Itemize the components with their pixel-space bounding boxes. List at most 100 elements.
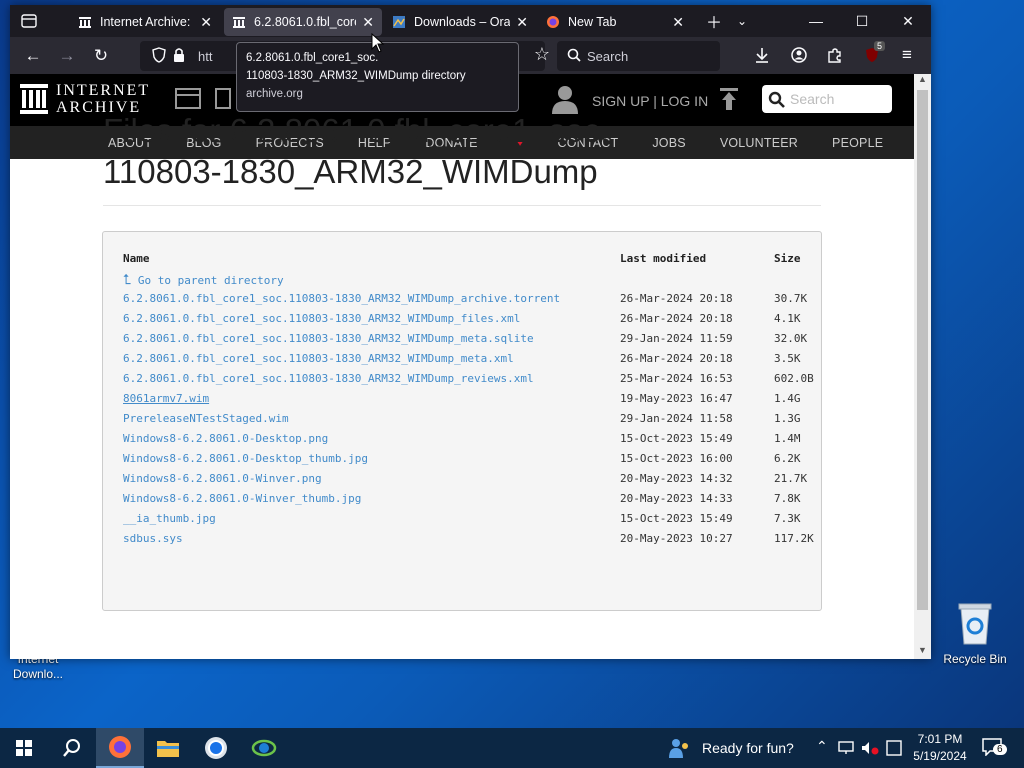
reload-button[interactable]: ↻ — [84, 40, 118, 72]
page-title-line1: Files for 6.2.8061.0.fbl_core1_soc. — [103, 112, 610, 149]
file-link[interactable]: Windows8-6.2.8061.0-Desktop_thumb.jpg — [123, 452, 368, 465]
downloads-button[interactable] — [745, 39, 779, 71]
desktop-icon-label-2: Downlo... — [12, 667, 64, 681]
taskbar: Ready for fun? ⌃ 7:01 PM 5/19/2024 6 — [0, 728, 1024, 768]
taskbar-notification-ready[interactable]: Ready for fun? — [668, 736, 794, 760]
menu-button[interactable]: ≡ — [890, 39, 924, 71]
nav-people[interactable]: PEOPLE — [832, 136, 883, 150]
tab-oracle-downloads[interactable]: Downloads – Oracle ✕ — [384, 8, 536, 36]
volume-muted-icon[interactable] — [861, 741, 879, 755]
file-link[interactable]: 6.2.8061.0.fbl_core1_soc.110803-1830_ARM… — [123, 312, 520, 325]
scroll-up-arrow-icon[interactable]: ▲ — [914, 74, 931, 88]
sign-up-log-in-link[interactable]: SIGN UP | LOG IN — [592, 93, 708, 109]
file-link[interactable]: Windows8-6.2.8061.0-Desktop.png — [123, 432, 328, 445]
maximize-button[interactable]: ☐ — [839, 5, 885, 37]
tab-internet-archive[interactable]: Internet Archive: Di ✕ — [70, 8, 220, 36]
new-tab-button[interactable]: ＋ — [700, 9, 728, 33]
close-tab-icon[interactable]: ✕ — [200, 14, 212, 31]
forward-button[interactable]: → — [50, 40, 84, 72]
divider — [103, 205, 821, 206]
start-button[interactable] — [0, 728, 48, 768]
close-tab-icon[interactable]: ✕ — [516, 14, 528, 31]
minimize-button[interactable]: — — [793, 5, 839, 37]
tab-bar: Internet Archive: Di ✕ 6.2.8061.0.fbl_co… — [10, 5, 931, 37]
file-link[interactable]: sdbus.sys — [123, 532, 183, 545]
file-modified: 15-Oct-2023 16:00 — [620, 452, 733, 465]
file-modified: 26-Mar-2024 20:18 — [620, 312, 733, 325]
file-size: 602.0B — [774, 372, 814, 385]
firefox-icon — [546, 15, 560, 29]
file-modified: 26-Mar-2024 20:18 — [620, 352, 733, 365]
file-link[interactable]: Windows8-6.2.8061.0-Winver_thumb.jpg — [123, 492, 361, 505]
network-globe-icon — [251, 739, 277, 757]
tooltip-title-line2: 110803-1830_ARM32_WIMDump directory — [246, 70, 466, 82]
parent-directory-link[interactable]: ⮤ Go to parent directory — [123, 272, 284, 288]
bookmark-star-icon[interactable]: ☆ — [534, 44, 550, 65]
file-link[interactable]: 6.2.8061.0.fbl_core1_soc.110803-1830_ARM… — [123, 372, 534, 385]
file-link[interactable]: PrereleaseNTestStaged.wim — [123, 412, 289, 425]
file-size: 1.4G — [774, 392, 801, 405]
account-button[interactable] — [782, 39, 816, 71]
scrollbar-thumb[interactable] — [917, 90, 928, 610]
taskbar-chrome[interactable] — [192, 728, 240, 768]
close-tab-icon[interactable]: ✕ — [672, 14, 684, 31]
search-icon — [768, 91, 785, 108]
tab-title: 6.2.8061.0.fbl_core1 — [254, 15, 356, 29]
tab-new-tab[interactable]: New Tab ✕ — [538, 8, 692, 36]
column-size-header[interactable]: Size — [774, 252, 801, 265]
web-icon[interactable] — [175, 88, 201, 110]
file-link[interactable]: __ia_thumb.jpg — [123, 512, 216, 525]
file-size: 1.4M — [774, 432, 801, 445]
tab-active-file-list[interactable]: 6.2.8061.0.fbl_core1 ✕ — [224, 8, 382, 36]
file-link[interactable]: 6.2.8061.0.fbl_core1_soc.110803-1830_ARM… — [123, 352, 514, 365]
file-link[interactable]: 6.2.8061.0.fbl_core1_soc.110803-1830_ARM… — [123, 292, 560, 305]
vertical-scrollbar[interactable]: ▲ ▼ — [914, 74, 931, 659]
desktop-icon-recycle-bin[interactable]: Recycle Bin — [940, 600, 1010, 667]
column-name-header[interactable]: Name — [123, 252, 150, 265]
close-tab-icon[interactable]: ✕ — [362, 14, 374, 31]
download-icon — [756, 48, 768, 63]
file-link[interactable]: 8061armv7.wim — [123, 392, 209, 405]
firefox-view-button[interactable] — [10, 5, 48, 37]
file-modified: 20-May-2023 14:32 — [620, 472, 733, 485]
show-hidden-icons-button[interactable]: ⌃ — [816, 738, 828, 755]
file-modified: 29-Jan-2024 11:58 — [620, 412, 733, 425]
browser-window: Internet Archive: Di ✕ 6.2.8061.0.fbl_co… — [10, 5, 931, 659]
search-icon — [63, 739, 80, 757]
texts-icon[interactable] — [215, 88, 231, 110]
upload-icon[interactable] — [720, 88, 738, 110]
tab-title: New Tab — [568, 15, 617, 29]
file-modified: 20-May-2023 10:27 — [620, 532, 733, 545]
search-button[interactable] — [48, 728, 96, 768]
ublock-extension-button[interactable]: 5 — [855, 39, 889, 71]
file-size: 7.3K — [774, 512, 801, 525]
chrome-icon — [205, 737, 227, 759]
page-title: Files for 6.2.8061.0.fbl_core1_soc. 1108… — [103, 110, 823, 192]
extensions-button[interactable] — [818, 39, 852, 71]
search-bar[interactable]: Search — [557, 41, 720, 71]
network-icon[interactable] — [838, 741, 854, 755]
puzzle-icon — [828, 48, 841, 63]
clock-date: 5/19/2024 — [913, 749, 967, 763]
lock-icon[interactable] — [173, 47, 185, 66]
clock[interactable]: 7:01 PM 5/19/2024 — [908, 731, 972, 765]
mouse-cursor-icon — [371, 33, 385, 53]
shield-icon[interactable] — [152, 47, 166, 66]
action-center-button[interactable]: 6 — [982, 738, 1007, 761]
taskbar-firefox[interactable] — [96, 728, 144, 768]
recycle-bin-label: Recycle Bin — [943, 652, 1007, 666]
file-link[interactable]: 6.2.8061.0.fbl_core1_soc.110803-1830_ARM… — [123, 332, 534, 345]
file-list-panel: Name Last modified Size ⮤ Go to parent d… — [102, 231, 822, 611]
scroll-down-arrow-icon[interactable]: ▼ — [914, 645, 931, 659]
recycle-bin-icon — [958, 603, 992, 645]
back-button[interactable]: ← — [16, 40, 50, 72]
taskbar-file-explorer[interactable] — [144, 728, 192, 768]
input-indicator-icon[interactable] — [886, 740, 902, 756]
column-modified-header[interactable]: Last modified — [620, 252, 706, 265]
list-tabs-button[interactable]: ⌄ — [728, 14, 756, 28]
file-modified: 19-May-2023 16:47 — [620, 392, 733, 405]
close-window-button[interactable]: ✕ — [885, 5, 931, 37]
ia-search-input[interactable]: Search — [762, 85, 892, 113]
taskbar-ie-app[interactable] — [240, 728, 288, 768]
file-link[interactable]: Windows8-6.2.8061.0-Winver.png — [123, 472, 322, 485]
